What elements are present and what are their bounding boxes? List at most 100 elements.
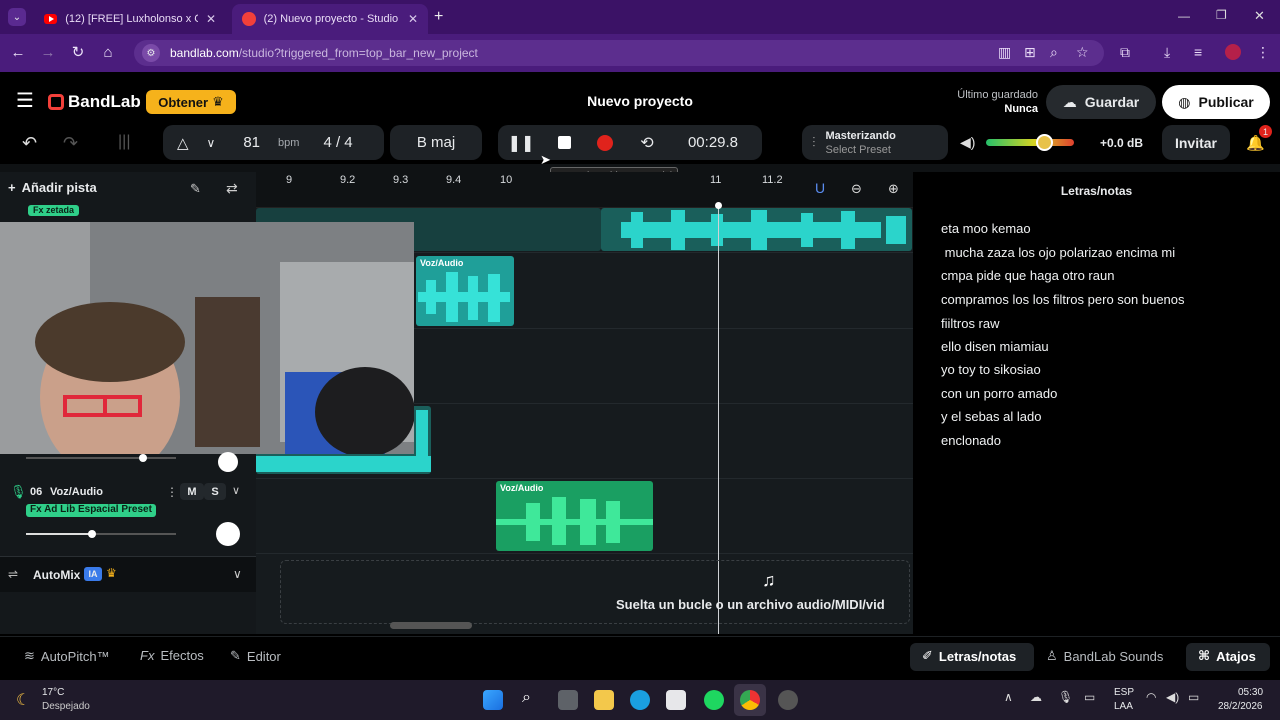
battery-icon[interactable]: ▭ — [1188, 690, 1199, 704]
pencil-tool-icon[interactable]: ✎ — [190, 181, 201, 197]
zoom-icon[interactable]: ⌕ — [1050, 44, 1058, 61]
playhead-handle[interactable] — [715, 202, 722, 209]
solo-button[interactable]: S — [204, 483, 226, 500]
track-more-icon[interactable]: ⋮ — [166, 485, 178, 499]
lyric-line[interactable]: y el sebas al lado — [941, 409, 1041, 424]
lyric-line[interactable]: ello disen miamiau — [941, 339, 1049, 354]
volume-icon[interactable]: ◀) — [960, 134, 975, 151]
language-primary[interactable]: ESP — [1114, 687, 1134, 698]
pan-knob-6[interactable] — [216, 522, 240, 546]
lyrics-tab[interactable]: ✐ Letras/notas — [922, 648, 1016, 664]
stop-button[interactable] — [544, 136, 584, 149]
arrange-icon[interactable]: ⇄ — [226, 180, 238, 197]
back-icon[interactable]: ← — [8, 42, 28, 62]
close-icon[interactable]: ✕ — [408, 12, 418, 26]
search-icon[interactable]: ⌕ — [522, 689, 531, 707]
zoom-in-icon[interactable]: ⊕ — [888, 181, 899, 197]
lyric-line[interactable]: con un porro amado — [941, 386, 1057, 401]
spotify-icon[interactable] — [704, 690, 724, 710]
fx-badge-top[interactable]: Fx zetada — [28, 205, 80, 216]
edge-icon[interactable] — [630, 690, 650, 710]
windows-start-icon[interactable] — [483, 690, 503, 710]
audio-clip-voz-2[interactable]: Voz/Audio — [496, 481, 653, 551]
chevron-down-icon[interactable]: ∨ — [207, 136, 216, 150]
reader-icon[interactable]: ▥ — [998, 44, 1011, 61]
clock-date[interactable]: 28/2/2026 — [1218, 701, 1263, 712]
add-track-button[interactable]: + Añadir pista — [8, 180, 97, 195]
lyric-line[interactable]: yo toy to sikosiao — [941, 362, 1041, 377]
audio-clip-top[interactable] — [601, 208, 912, 251]
lyric-line[interactable]: fiiltros raw — [941, 316, 1000, 331]
weather-moon-icon[interactable]: ☾ — [16, 690, 30, 710]
drop-zone[interactable] — [280, 560, 910, 624]
invite-button[interactable]: Invitar — [1162, 125, 1230, 160]
lyric-line[interactable]: eta moo kemao — [941, 221, 1031, 236]
shortcuts-button[interactable]: ⌘ Atajos — [1198, 648, 1256, 664]
chrome-profile-icon[interactable] — [778, 690, 798, 710]
key-selector[interactable]: B maj — [390, 125, 482, 160]
record-button[interactable] — [584, 134, 626, 151]
audio-clip-voz-1[interactable]: Voz/Audio — [416, 256, 514, 326]
publish-button[interactable]: ◍ Publicar — [1162, 85, 1270, 119]
weather-temp[interactable]: 17°C — [42, 687, 64, 698]
chevron-down-icon[interactable]: ∨ — [233, 567, 242, 581]
chrome-icon[interactable] — [740, 690, 760, 710]
editor-button[interactable]: ✎ Editor — [230, 648, 281, 664]
metronome-icon[interactable]: △ — [177, 134, 189, 152]
translate-icon[interactable]: ⊞ — [1024, 44, 1036, 61]
lyric-line[interactable]: enclonado — [941, 433, 1001, 448]
autopitch-button[interactable]: ≋ AutoPitch™ — [24, 648, 110, 664]
magnet-snap-icon[interactable]: U — [815, 180, 825, 196]
onedrive-icon[interactable]: ☁ — [1030, 690, 1042, 704]
zoom-out-icon[interactable]: ⊖ — [851, 181, 862, 197]
project-title[interactable]: Nuevo proyecto — [540, 93, 740, 109]
forward-icon[interactable]: → — [38, 42, 58, 62]
loop-button[interactable]: ⟲ — [626, 133, 668, 153]
mastering-button[interactable]: ⫶ Masterizando Select Preset — [802, 125, 948, 160]
wifi-icon[interactable]: ◠ — [1146, 690, 1156, 704]
home-icon[interactable]: ⌂ — [98, 42, 118, 62]
lyric-line[interactable]: cmpa pide que haga otro raun — [941, 268, 1114, 283]
lyric-line[interactable]: compramos los los filtros pero son bueno… — [941, 292, 1185, 307]
speaker-icon[interactable]: ◀) — [1166, 690, 1179, 704]
horizontal-scrollbar[interactable] — [390, 622, 472, 629]
new-tab-icon[interactable]: + — [434, 8, 443, 26]
master-volume-meter[interactable] — [986, 139, 1074, 146]
track-name[interactable]: Voz/Audio — [50, 486, 103, 498]
site-info-icon[interactable]: ⚙ — [142, 44, 160, 62]
volume-slider-handle-6[interactable] — [88, 530, 96, 538]
pan-knob-5[interactable] — [218, 452, 238, 472]
language-secondary[interactable]: LAA — [1114, 701, 1133, 712]
mute-button[interactable]: M — [180, 483, 204, 500]
download-icon[interactable]: ⤓ — [1164, 44, 1170, 61]
fx-preset-badge[interactable]: Fx Ad Lib Espacial Preset — [26, 504, 156, 517]
url-bar[interactable]: ⚙ bandlab.com/studio?triggered_from=top_… — [134, 40, 1104, 66]
chevron-down-icon[interactable]: ∨ — [232, 484, 240, 497]
bookmark-star-icon[interactable]: ☆ — [1076, 44, 1089, 61]
lyric-line[interactable]: mucha zaza los ojo polarizao encima mi — [941, 245, 1176, 260]
display-tray-icon[interactable]: ▭ — [1084, 690, 1095, 704]
effects-button[interactable]: Fx Efectos — [140, 648, 204, 663]
store-icon[interactable] — [666, 690, 686, 710]
bandlab-sounds-tab[interactable]: ♙ BandLab Sounds — [1046, 648, 1163, 664]
minimize-icon[interactable]: — — [1178, 9, 1190, 23]
volume-slider-knob[interactable] — [1036, 134, 1053, 151]
tab-menu-button[interactable]: ⌄ — [8, 8, 26, 26]
time-signature[interactable]: 4 / 4 — [323, 134, 352, 151]
close-icon[interactable]: ✕ — [206, 12, 216, 26]
save-button[interactable]: ☁ Guardar — [1046, 85, 1156, 119]
automix-label[interactable]: AutoMix — [33, 568, 80, 582]
volume-slider-handle-5[interactable] — [139, 454, 147, 462]
file-explorer-icon[interactable] — [594, 690, 614, 710]
media-icon[interactable]: ≡ — [1194, 44, 1202, 60]
bpm-value[interactable]: 81 — [243, 134, 260, 151]
mic-tray-icon[interactable]: 🎙 — [1058, 690, 1073, 704]
profile-avatar[interactable] — [1225, 44, 1241, 60]
window-close-icon[interactable]: ✕ — [1254, 8, 1265, 24]
tab-youtube[interactable]: (12) [FREE] Luxholonso x Cero° ✕ — [34, 4, 226, 34]
tray-chevron-icon[interactable]: ∧ — [1004, 690, 1013, 704]
volume-slider-track-5[interactable] — [26, 457, 176, 459]
redo-icon[interactable]: ↷ — [63, 133, 78, 154]
weather-desc[interactable]: Despejado — [42, 701, 90, 712]
hamburger-menu-icon[interactable]: ☰ — [16, 91, 34, 111]
